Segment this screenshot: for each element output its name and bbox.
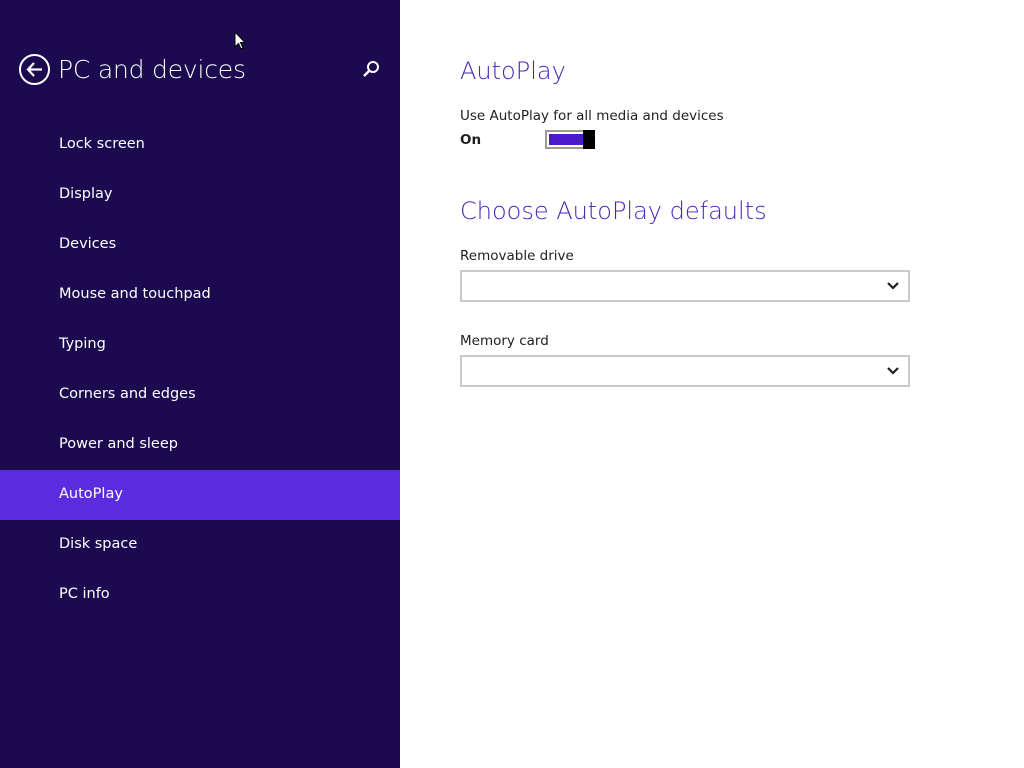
back-button[interactable] bbox=[19, 54, 50, 85]
chevron-down-icon bbox=[887, 282, 899, 290]
toggle-thumb[interactable] bbox=[583, 130, 595, 149]
sidebar-item-label: Typing bbox=[59, 336, 106, 352]
autoplay-defaults-heading: Choose AutoPlay defaults bbox=[460, 197, 767, 225]
sidebar-item-label: Devices bbox=[59, 236, 117, 252]
memory-card-label: Memory card bbox=[460, 333, 549, 349]
sidebar-item-lock-screen[interactable]: Lock screen bbox=[0, 120, 400, 170]
sidebar-item-label: Corners and edges bbox=[59, 386, 196, 402]
removable-drive-dropdown[interactable] bbox=[460, 270, 910, 302]
sidebar-item-autoplay[interactable]: AutoPlay bbox=[0, 470, 400, 520]
toggle-fill bbox=[549, 134, 583, 145]
use-autoplay-label: Use AutoPlay for all media and devices bbox=[460, 108, 724, 124]
sidebar-item-mouse-and-touchpad[interactable]: Mouse and touchpad bbox=[0, 270, 400, 320]
sidebar-item-label: Power and sleep bbox=[59, 436, 178, 452]
settings-content: AutoPlay Use AutoPlay for all media and … bbox=[400, 0, 1024, 768]
memory-card-dropdown[interactable] bbox=[460, 355, 910, 387]
sidebar: PC and devices Lock screen Display Devic… bbox=[0, 0, 400, 768]
sidebar-item-label: Disk space bbox=[59, 536, 138, 552]
search-button[interactable] bbox=[360, 58, 382, 80]
sidebar-item-corners-and-edges[interactable]: Corners and edges bbox=[0, 370, 400, 420]
back-arrow-icon bbox=[26, 62, 42, 77]
sidebar-item-label: PC info bbox=[59, 586, 110, 602]
sidebar-item-label: Mouse and touchpad bbox=[59, 286, 211, 302]
sidebar-item-label: AutoPlay bbox=[59, 486, 123, 502]
sidebar-item-power-and-sleep[interactable]: Power and sleep bbox=[0, 420, 400, 470]
sidebar-item-label: Display bbox=[59, 186, 113, 202]
sidebar-item-devices[interactable]: Devices bbox=[0, 220, 400, 270]
chevron-down-icon bbox=[887, 367, 899, 375]
autoplay-heading: AutoPlay bbox=[460, 57, 566, 85]
search-icon bbox=[363, 61, 379, 77]
sidebar-nav-list: Lock screen Display Devices Mouse and to… bbox=[0, 120, 400, 620]
removable-drive-label: Removable drive bbox=[460, 248, 574, 264]
sidebar-header: PC and devices bbox=[0, 52, 400, 90]
sidebar-item-label: Lock screen bbox=[59, 136, 145, 152]
page-title: PC and devices bbox=[58, 55, 246, 84]
toggle-state-text: On bbox=[460, 132, 482, 148]
sidebar-item-pc-info[interactable]: PC info bbox=[0, 570, 400, 620]
pc-settings-window: PC and devices Lock screen Display Devic… bbox=[0, 0, 1024, 768]
sidebar-item-typing[interactable]: Typing bbox=[0, 320, 400, 370]
use-autoplay-toggle[interactable] bbox=[545, 130, 595, 149]
sidebar-item-display[interactable]: Display bbox=[0, 170, 400, 220]
sidebar-item-disk-space[interactable]: Disk space bbox=[0, 520, 400, 570]
